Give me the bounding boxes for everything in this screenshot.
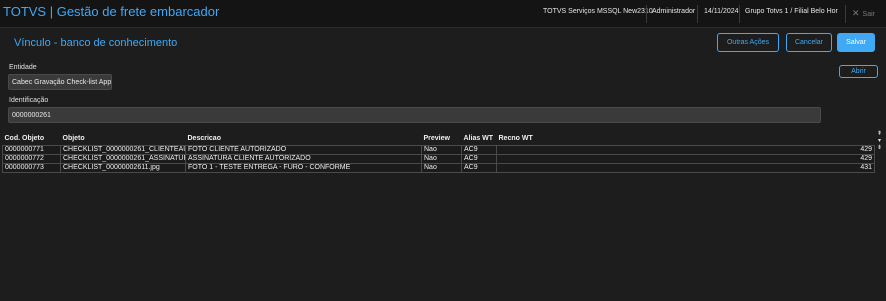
exit-label: Sair — [862, 11, 875, 18]
cell-descricao: FOTO CLIENTE AUTORIZADO — [185, 144, 422, 155]
user-label: Administrador — [652, 8, 696, 15]
column-header-alias-wt[interactable]: Alias WT — [462, 133, 497, 145]
cell-cod-objeto: 0000000773 — [2, 162, 61, 173]
cell-alias-wt: AC9 — [461, 144, 497, 155]
date-label: 14/11/2024 — [704, 8, 739, 15]
cell-objeto: CHECKLIST_00000002611.jpg — [60, 162, 186, 173]
identificacao-label: Identificação — [9, 97, 49, 104]
cell-preview: Nao — [421, 162, 462, 173]
grid-header-row: Cod. Objeto Objeto Descricao Preview Ali… — [3, 133, 875, 145]
outras-acoes-button[interactable]: Outras Ações — [717, 33, 779, 52]
cell-cod-objeto: 0000000772 — [2, 153, 61, 164]
top-bar: TOTVS | Gestão de frete embarcador TOTVS… — [0, 0, 886, 28]
table-row[interactable]: 0000000771 CHECKLIST_0000000261_CLIENTEA… — [2, 144, 875, 155]
cell-preview: Nao — [421, 153, 462, 164]
cell-objeto: CHECKLIST_0000000261_CLIENTEAU — [60, 144, 186, 155]
entidade-field[interactable]: Cabec Gravação Check-list App — [8, 74, 112, 90]
cell-preview: Nao — [421, 144, 462, 155]
cell-alias-wt: AC9 — [461, 162, 497, 173]
cell-cod-objeto: 0000000771 — [2, 144, 61, 155]
cell-recno-wt: 429 — [496, 144, 875, 155]
entidade-label: Entidade — [9, 64, 37, 71]
objects-grid: Cod. Objeto Objeto Descricao Preview Ali… — [2, 133, 875, 301]
app-title: TOTVS | Gestão de frete embarcador — [3, 4, 220, 19]
scroll-down-icon[interactable]: ▾ — [875, 138, 884, 145]
exit-button[interactable]: ✕ Sair — [852, 8, 875, 19]
open-button[interactable]: Abrir — [839, 65, 878, 78]
separator — [845, 5, 846, 23]
cell-recno-wt: 429 — [496, 153, 875, 164]
cell-recno-wt: 431 — [496, 162, 875, 173]
close-icon: ✕ — [852, 8, 860, 18]
branch-label: Grupo Totvs 1 / Filial Belo Hor — [745, 8, 838, 15]
table-row[interactable]: 0000000772 CHECKLIST_0000000261_ASSINATU… — [2, 153, 875, 164]
scroll-bottom-icon[interactable]: ⇟ — [875, 145, 884, 152]
column-header-preview[interactable]: Preview — [422, 133, 462, 145]
cell-descricao: ASSINATURA CLIENTE AUTORIZADO — [185, 153, 422, 164]
grid-scrollbar[interactable]: ⇞ ▾ ⇟ — [875, 131, 884, 153]
save-button[interactable]: Salvar — [837, 33, 875, 52]
column-header-objeto[interactable]: Objeto — [61, 133, 186, 145]
separator — [697, 5, 698, 23]
column-header-cod-objeto[interactable]: Cod. Objeto — [3, 133, 61, 145]
separator — [646, 5, 647, 23]
scroll-top-icon[interactable]: ⇞ — [875, 131, 884, 138]
cell-objeto: CHECKLIST_0000000261_ASSINATUR — [60, 153, 186, 164]
page-title: Vínculo - banco de conhecimento — [14, 37, 178, 49]
identificacao-field[interactable]: 0000000261 — [8, 107, 821, 123]
separator — [739, 5, 740, 23]
table-row[interactable]: 0000000773 CHECKLIST_00000002611.jpg FOT… — [2, 162, 875, 173]
environment-label: TOTVS Serviços MSSQL New2310 — [543, 8, 653, 15]
cell-alias-wt: AC9 — [461, 153, 497, 164]
cell-descricao: FOTO 1 - TESTE ENTREGA - FURO - CONFORME — [185, 162, 422, 173]
column-header-descricao[interactable]: Descricao — [186, 133, 422, 145]
cancel-button[interactable]: Cancelar — [786, 33, 832, 52]
column-header-recno-wt[interactable]: Recno WT — [497, 133, 875, 145]
